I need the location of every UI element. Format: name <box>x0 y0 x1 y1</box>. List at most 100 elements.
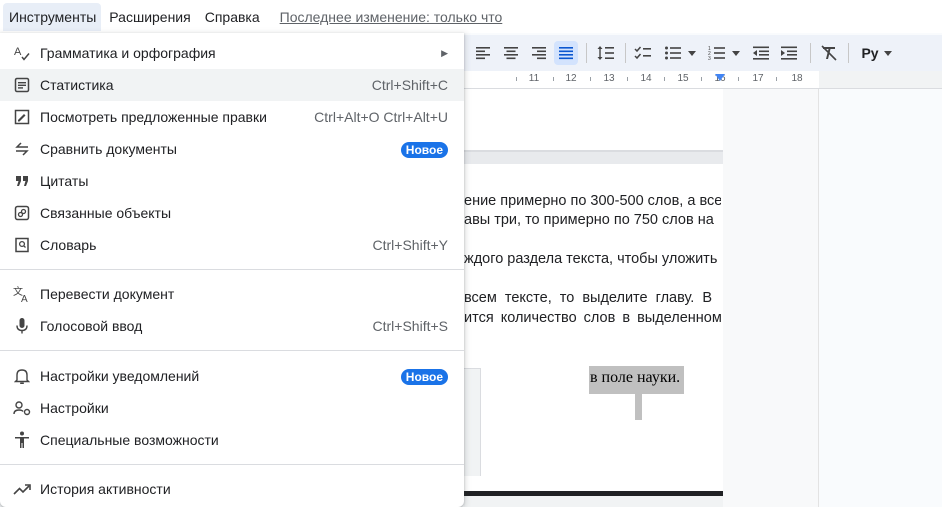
menu-item-compare[interactable]: Сравнить документы Новое <box>0 133 464 165</box>
tools-menu: A Грамматика и орфография ▶ Статистика C… <box>0 33 464 507</box>
menu-item-shortcut: Ctrl+Shift+Y <box>372 237 448 253</box>
ruler-tick <box>664 77 665 81</box>
input-tools-label: Pу <box>861 45 879 61</box>
translate-icon: 文A <box>13 285 31 303</box>
input-tools-button[interactable]: Pу <box>856 41 884 65</box>
clear-formatting-button[interactable] <box>818 41 840 65</box>
align-left-icon <box>476 47 490 60</box>
ruler-tick <box>738 77 739 81</box>
menu-item-label: Грамматика и орфография <box>40 45 216 61</box>
review-edits-icon <box>13 108 31 126</box>
menu-item-word-count[interactable]: Статистика Ctrl+Shift+C <box>0 69 464 101</box>
menu-tools[interactable]: Инструменты <box>3 2 102 31</box>
menu-item-translate[interactable]: 文A Перевести документ <box>0 278 464 310</box>
doc-line: ится количество слов в выделенном <box>464 310 721 326</box>
chevron-down-icon <box>732 50 740 56</box>
align-right-button[interactable] <box>528 41 550 65</box>
align-justify-icon <box>559 47 573 60</box>
text-cursor <box>635 394 642 420</box>
ruler-number: 15 <box>677 73 689 84</box>
menu-divider <box>0 464 464 465</box>
bulleted-list-icon <box>665 46 681 60</box>
toolbar-divider <box>625 43 626 63</box>
toolbar-divider <box>586 43 587 63</box>
menu-item-notification-settings[interactable]: Настройки уведомлений Новое <box>0 360 464 392</box>
ruler-number: 11 <box>528 73 540 84</box>
menu-item-review-edits[interactable]: Посмотреть предложенные правки Ctrl+Alt+… <box>0 101 464 133</box>
menu-item-preferences[interactable]: Настройки <box>0 392 464 424</box>
right-indent-marker[interactable] <box>715 74 725 81</box>
checklist-icon <box>634 46 651 60</box>
page-bottom-shadow <box>464 496 723 507</box>
menu-item-label: Посмотреть предложенные правки <box>40 109 267 125</box>
chevron-down-icon <box>688 50 696 56</box>
line-spacing-button[interactable] <box>594 41 618 65</box>
image-caption: в поле науки. <box>590 369 681 386</box>
ruler-tick <box>701 77 702 81</box>
decrease-indent-icon <box>753 46 769 60</box>
new-badge: Новое <box>400 142 448 158</box>
bell-icon <box>13 367 31 385</box>
ruler-number: 14 <box>640 73 652 84</box>
menu-item-linked-objects[interactable]: Связанные объекты <box>0 197 464 229</box>
word-count-icon <box>13 76 31 94</box>
numbered-list-dropdown[interactable] <box>730 41 742 65</box>
document-side-panel <box>818 89 942 507</box>
page-break <box>464 152 723 164</box>
accessibility-icon <box>13 431 31 449</box>
menu-item-activity-dashboard[interactable]: История активности <box>0 473 464 505</box>
menu-item-spellcheck[interactable]: A Грамматика и орфография ▶ <box>0 37 464 69</box>
ruler-tick <box>553 77 554 81</box>
checklist-button[interactable] <box>632 41 654 65</box>
numbered-list-icon: 1 2 3 <box>708 46 725 61</box>
horizontal-ruler[interactable]: 11 12 13 14 15 16 17 18 <box>464 71 819 89</box>
menu-item-label: Цитаты <box>40 173 89 189</box>
preferences-icon <box>13 399 31 417</box>
increase-indent-button[interactable] <box>778 41 800 65</box>
embedded-image-frame[interactable] <box>464 368 481 476</box>
menu-item-accessibility[interactable]: Специальные возможности <box>0 424 464 456</box>
ruler-number: 18 <box>791 73 803 84</box>
menu-item-shortcut: Ctrl+Alt+O Ctrl+Alt+U <box>314 109 448 125</box>
compare-icon <box>13 140 31 158</box>
menu-item-label: История активности <box>40 481 171 497</box>
last-edit-link[interactable]: Последнее изменение: только что <box>280 9 503 25</box>
quote-icon <box>13 172 31 190</box>
menu-item-citations[interactable]: Цитаты <box>0 165 464 197</box>
increase-indent-icon <box>781 46 797 60</box>
ruler-margin <box>819 71 942 89</box>
svg-text:A: A <box>21 294 28 303</box>
align-center-button[interactable] <box>500 41 522 65</box>
input-tools-dropdown[interactable] <box>882 41 894 65</box>
menu-item-label: Перевести документ <box>40 286 175 302</box>
menu-item-shortcut: Ctrl+Shift+C <box>371 77 448 93</box>
ruler-number: 17 <box>752 73 764 84</box>
menu-help[interactable]: Справка <box>199 3 266 31</box>
bulleted-list-dropdown[interactable] <box>686 41 698 65</box>
toolbar-divider <box>810 43 811 63</box>
menu-item-label: Словарь <box>40 237 97 253</box>
numbered-list-button[interactable]: 1 2 3 <box>706 41 728 65</box>
menu-item-label: Статистика <box>40 77 114 93</box>
doc-line: ение примерно по 300-500 слов, а все <box>464 193 721 209</box>
menu-item-label: Специальные возможности <box>40 432 219 448</box>
align-justify-button[interactable] <box>554 41 578 65</box>
align-left-button[interactable] <box>472 41 494 65</box>
menu-item-dictionary[interactable]: Словарь Ctrl+Shift+Y <box>0 229 464 261</box>
menu-divider <box>0 350 464 351</box>
dictionary-icon <box>13 236 31 254</box>
ruler-number: 13 <box>603 73 615 84</box>
bulleted-list-button[interactable] <box>662 41 684 65</box>
ruler-tick <box>776 77 777 81</box>
linked-objects-icon <box>13 204 31 222</box>
menu-item-voice-typing[interactable]: Голосовой ввод Ctrl+Shift+S <box>0 310 464 342</box>
spellcheck-icon: A <box>13 44 31 62</box>
toolbar-divider <box>848 43 849 63</box>
menu-extensions[interactable]: Расширения <box>103 3 196 31</box>
menu-item-label: Сравнить документы <box>40 141 177 157</box>
doc-line: авы три, то примерно по 750 слов на <box>464 212 714 228</box>
doc-line: всем тексте, то выделите главу. В <box>464 290 713 306</box>
line-spacing-icon <box>597 46 614 60</box>
decrease-indent-button[interactable] <box>750 41 772 65</box>
microphone-icon <box>13 317 31 335</box>
